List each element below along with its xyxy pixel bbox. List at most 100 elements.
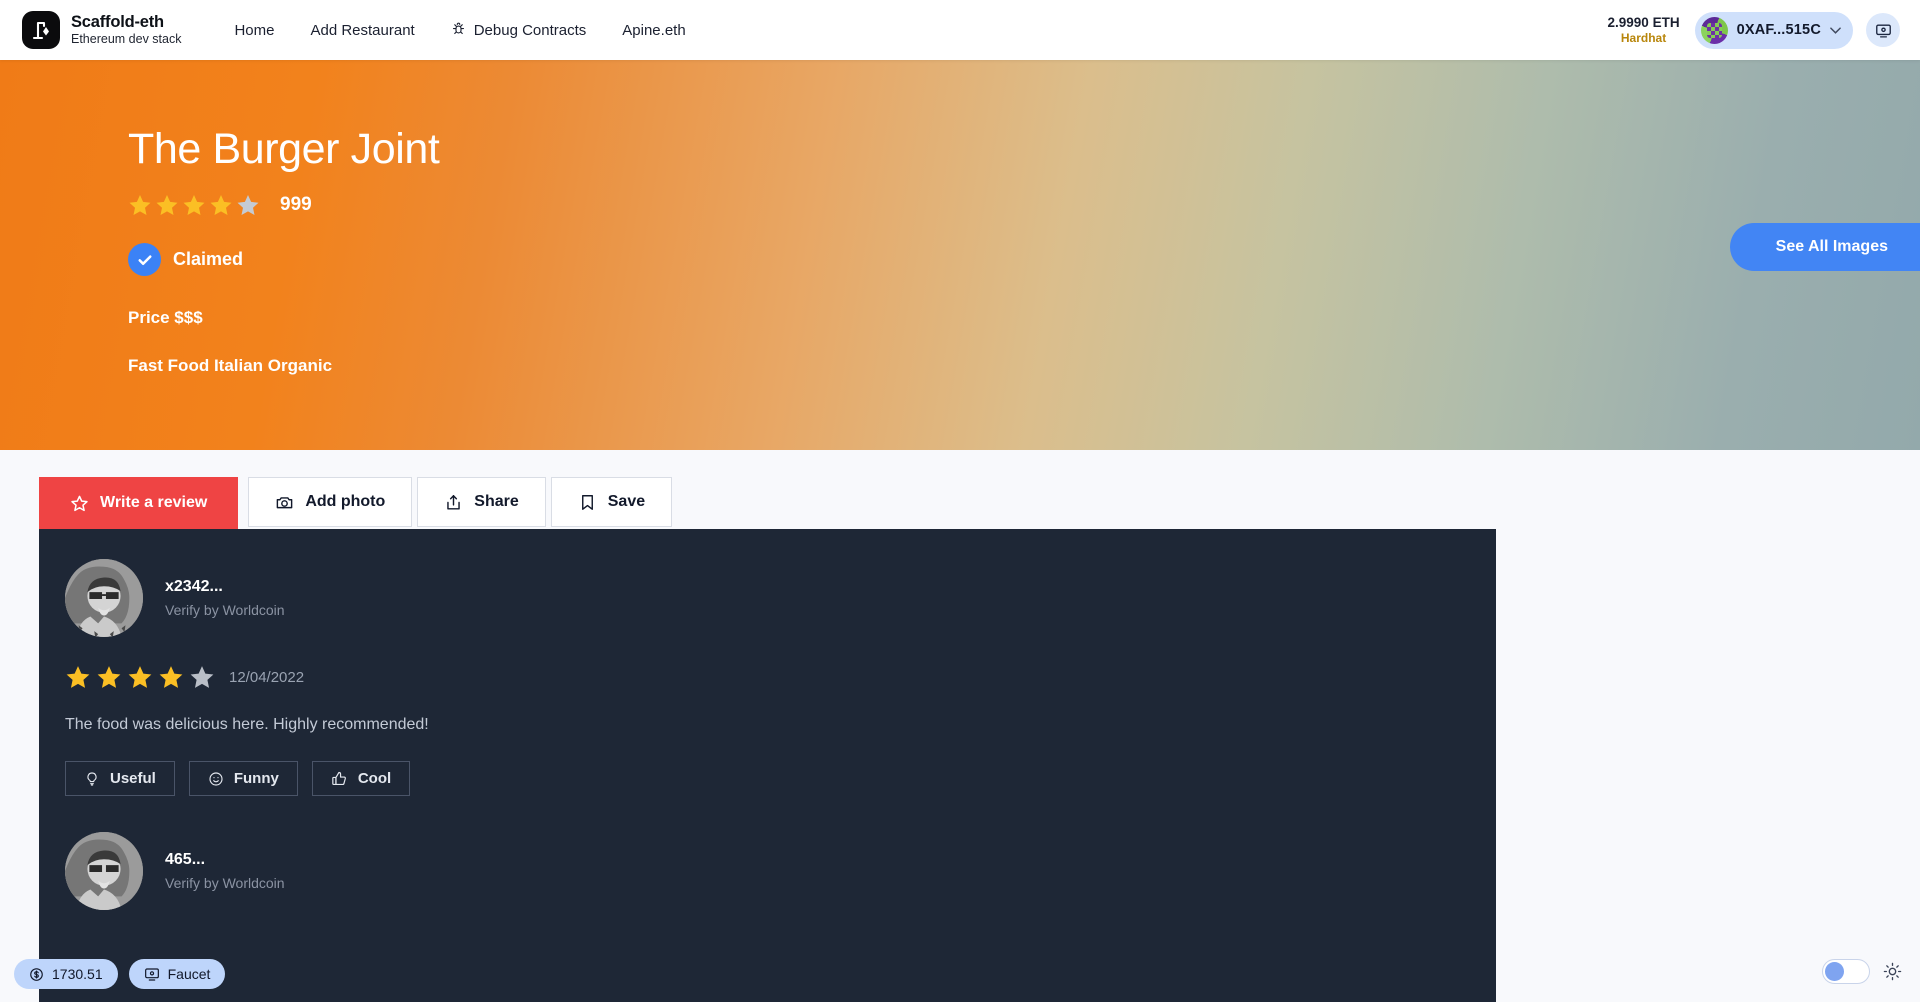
brand-subtitle: Ethereum dev stack: [71, 32, 182, 47]
nav-item-home[interactable]: Home: [219, 13, 289, 48]
share-icon: [447, 494, 461, 510]
wallet-balance: 2.9990 ETH Hardhat: [1608, 15, 1680, 46]
app-header: Scaffold-eth Ethereum dev stack Home Add…: [0, 0, 1920, 60]
review-item: 465... Verify by Worldcoin: [39, 796, 1496, 910]
eth-price-pill[interactable]: 1730.51: [14, 959, 118, 989]
avatar: [1700, 16, 1728, 44]
nav-label: Add Restaurant: [310, 21, 415, 39]
faucet-button[interactable]: Faucet: [128, 959, 226, 989]
add-photo-button[interactable]: Add photo: [248, 477, 413, 527]
write-a-review-button[interactable]: Write a review: [39, 477, 239, 529]
display-button[interactable]: [1866, 13, 1900, 47]
display-icon: [144, 968, 159, 981]
brand[interactable]: Scaffold-eth Ethereum dev stack: [22, 11, 181, 49]
funny-button[interactable]: Funny: [188, 761, 298, 796]
action-label: Save: [607, 493, 646, 510]
nav-label: Debug Contracts: [473, 21, 587, 39]
balance-unit: ETH: [1652, 14, 1680, 30]
star-icon: [210, 195, 232, 215]
review-header: x2342... Verify by Worldcoin: [65, 559, 1496, 637]
price-label: Price $$$: [128, 308, 203, 327]
network-name: Hardhat: [1620, 30, 1667, 45]
star-icon: [159, 666, 183, 688]
smiley-icon: [209, 771, 223, 786]
action-label: Add photo: [305, 493, 386, 510]
wallet-address-label: 0XAF...515C: [1736, 22, 1821, 38]
scaffold-eth-logo-icon: [22, 11, 60, 49]
nav-item-apine-eth[interactable]: Apine.eth: [607, 13, 700, 48]
reviewer-name: x2342...: [165, 578, 223, 595]
display-icon: [1875, 24, 1891, 38]
nav-item-add-restaurant[interactable]: Add Restaurant: [295, 13, 429, 48]
reaction-label: Funny: [233, 770, 279, 787]
nav-label: Home: [234, 21, 275, 39]
nav-item-debug-contracts[interactable]: Debug Contracts: [436, 12, 602, 49]
cool-button[interactable]: Cool: [311, 761, 411, 796]
star-icon: [128, 666, 152, 688]
review-item: x2342... Verify by Worldcoin 12/04/2022 …: [39, 529, 1496, 796]
review-count: 999: [280, 194, 312, 215]
faucet-label: Faucet: [167, 966, 211, 982]
avatar: [65, 832, 143, 910]
star-rating[interactable]: [128, 193, 260, 217]
action-bar: Write a review Add photo Share Save: [39, 477, 673, 529]
toggle-knob: [1825, 962, 1844, 981]
action-label: Write a review: [100, 494, 208, 511]
sun-icon[interactable]: [1883, 962, 1902, 981]
reviews-panel: x2342... Verify by Worldcoin 12/04/2022 …: [39, 529, 1496, 1002]
review-date: 12/04/2022: [229, 668, 305, 686]
bug-icon: [451, 21, 466, 40]
review-text: The food was delicious here. Highly reco…: [65, 716, 429, 733]
star-rating: [65, 664, 215, 690]
see-all-images-button[interactable]: See All Images: [1729, 223, 1920, 271]
page-title: The Burger Joint: [128, 125, 440, 173]
thumbs-up-icon: [332, 771, 346, 786]
camera-icon: [276, 496, 293, 508]
footer-widgets: 1730.51 Faucet: [14, 959, 226, 989]
reviewer-verify-label: Verify by Worldcoin: [165, 875, 285, 891]
star-icon: [156, 195, 178, 215]
bookmark-icon: [581, 494, 593, 510]
nav-label: Apine.eth: [622, 21, 686, 39]
save-button[interactable]: Save: [550, 477, 673, 527]
avatar: [65, 559, 143, 637]
chevron-down-icon: [1830, 26, 1841, 34]
reaction-label: Useful: [110, 770, 156, 787]
star-icon: [183, 195, 205, 215]
useful-button[interactable]: Useful: [65, 761, 175, 796]
theme-toggle[interactable]: [1822, 959, 1870, 984]
review-header: 465... Verify by Worldcoin: [65, 832, 1496, 910]
star-outline-icon: [71, 495, 88, 511]
review-rating-row: 12/04/2022: [65, 664, 1496, 690]
reaction-label: Cool: [357, 770, 392, 787]
reaction-row: Useful Funny Cool: [65, 761, 1496, 796]
reviewer-info: 465... Verify by Worldcoin: [165, 851, 285, 891]
reviewer-verify-label: Verify by Worldcoin: [165, 602, 285, 618]
header-right: 2.9990 ETH Hardhat 0XAF...515C: [1608, 11, 1900, 49]
hero-content: The Burger Joint 999 Claimed Price $$$ F…: [128, 125, 440, 376]
lightbulb-icon: [87, 771, 97, 786]
theme-controls: [1822, 959, 1902, 984]
star-icon: [66, 666, 90, 688]
avatar-image: [65, 559, 143, 637]
star-icon: [237, 195, 259, 215]
claimed-badge: Claimed: [128, 243, 439, 276]
dollar-icon: [30, 967, 43, 981]
reviewer-name: 465...: [165, 851, 206, 868]
action-label: Share: [474, 493, 519, 510]
eth-price-value: 1730.51: [52, 966, 103, 982]
restaurant-hero: The Burger Joint 999 Claimed Price $$$ F…: [0, 60, 1920, 450]
check-icon: [128, 243, 161, 276]
share-button[interactable]: Share: [417, 477, 546, 527]
star-icon: [129, 195, 151, 215]
star-icon: [97, 666, 121, 688]
reviewer-info: x2342... Verify by Worldcoin: [165, 578, 285, 618]
wallet-address-button[interactable]: 0XAF...515C: [1694, 11, 1853, 49]
category-tags: Fast Food Italian Organic: [128, 356, 333, 375]
main-nav: Home Add Restaurant Debug Contracts Apin…: [219, 12, 700, 49]
star-icon: [190, 666, 214, 688]
brand-title: Scaffold-eth: [71, 13, 164, 32]
balance-amount: 2.9990: [1607, 14, 1649, 30]
claimed-label: Claimed: [173, 249, 244, 269]
avatar-image: [65, 832, 143, 910]
